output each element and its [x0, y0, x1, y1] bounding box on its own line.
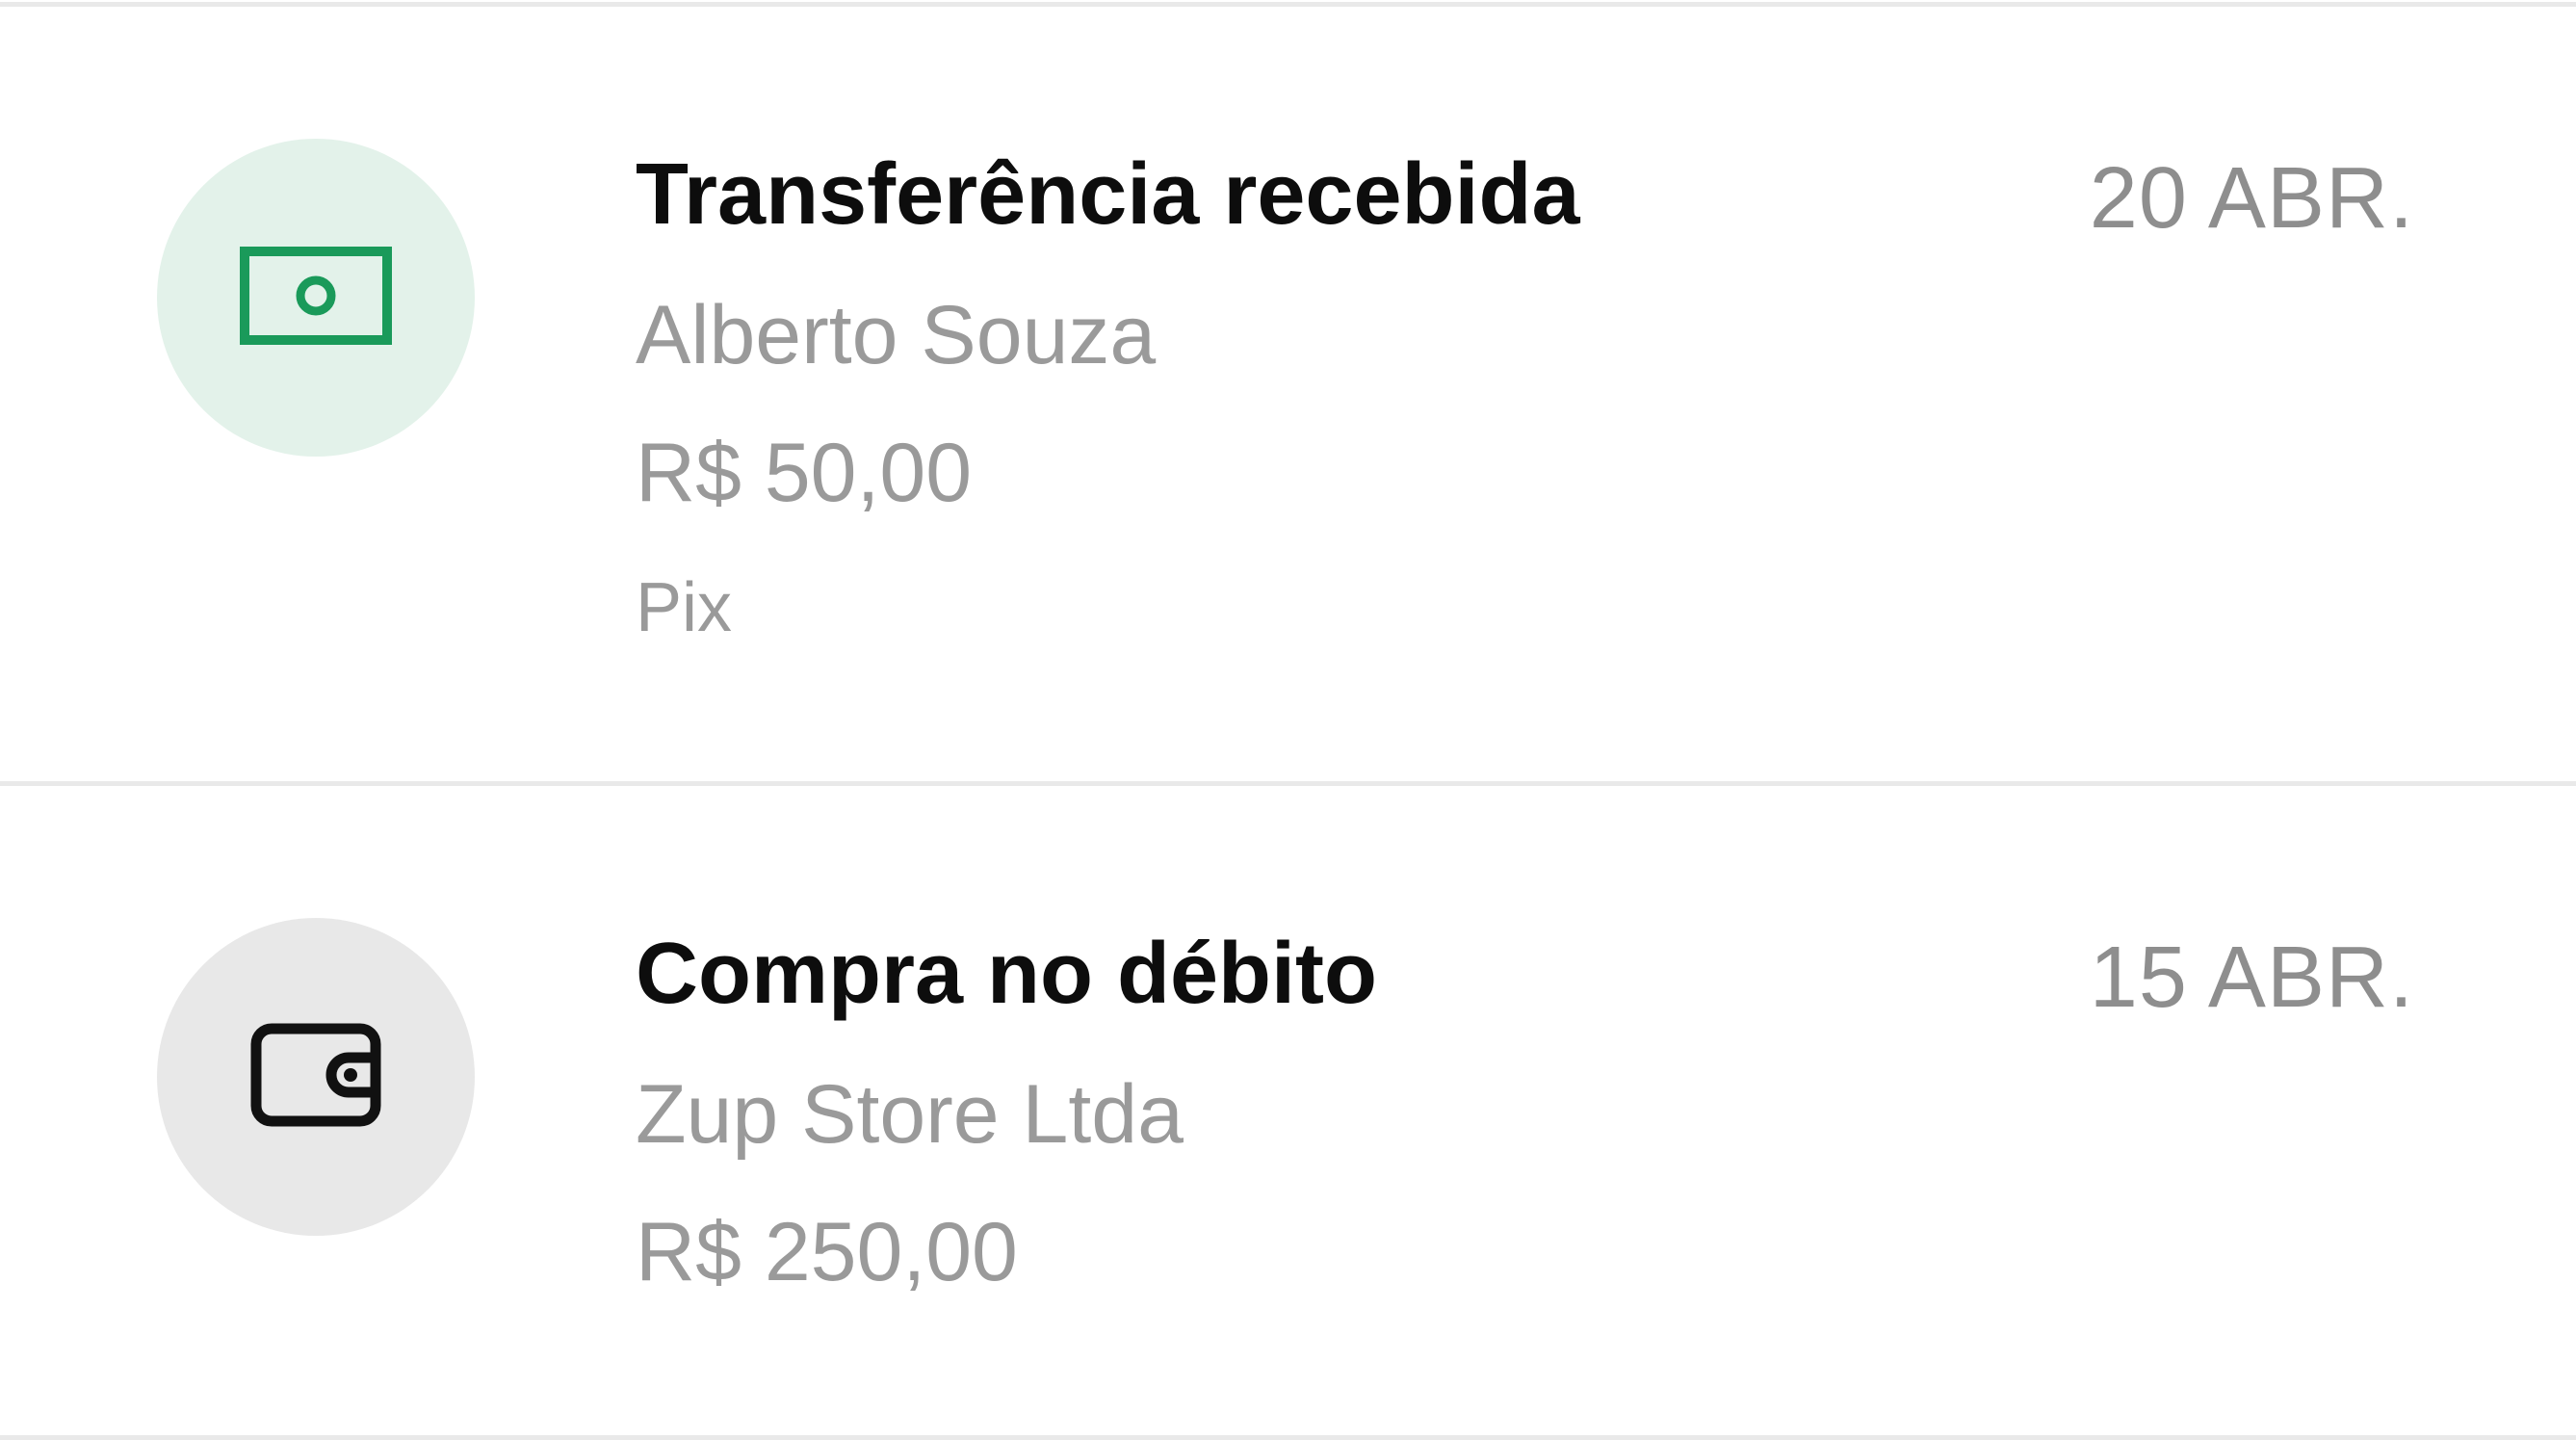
transaction-title: Compra no débito: [636, 926, 1377, 1022]
transaction-icon-badge: [157, 918, 475, 1236]
transaction-date: 20 ABR.: [2089, 150, 2414, 247]
transaction-icon-badge: [157, 139, 475, 457]
wallet-icon: [248, 1021, 383, 1134]
transaction-title: Transferência recebida: [636, 146, 1580, 243]
transaction-date: 15 ABR.: [2089, 929, 2414, 1026]
transaction-amount: R$ 50,00: [636, 427, 973, 519]
transaction-item-transfer[interactable]: Transferência recebida 20 ABR. Alberto S…: [0, 7, 2576, 781]
transaction-item-debit-purchase[interactable]: Compra no débito 15 ABR. Zup Store Ltda …: [0, 786, 2576, 1435]
transaction-method: Pix: [636, 569, 733, 646]
transaction-counterparty: Alberto Souza: [636, 289, 1157, 381]
transaction-amount: R$ 250,00: [636, 1206, 1018, 1298]
transaction-counterparty: Zup Store Ltda: [636, 1068, 1184, 1161]
banknote-icon: [239, 246, 393, 351]
divider-bottom: [0, 1435, 2576, 1440]
transaction-list: Transferência recebida 20 ABR. Alberto S…: [0, 0, 2576, 1440]
